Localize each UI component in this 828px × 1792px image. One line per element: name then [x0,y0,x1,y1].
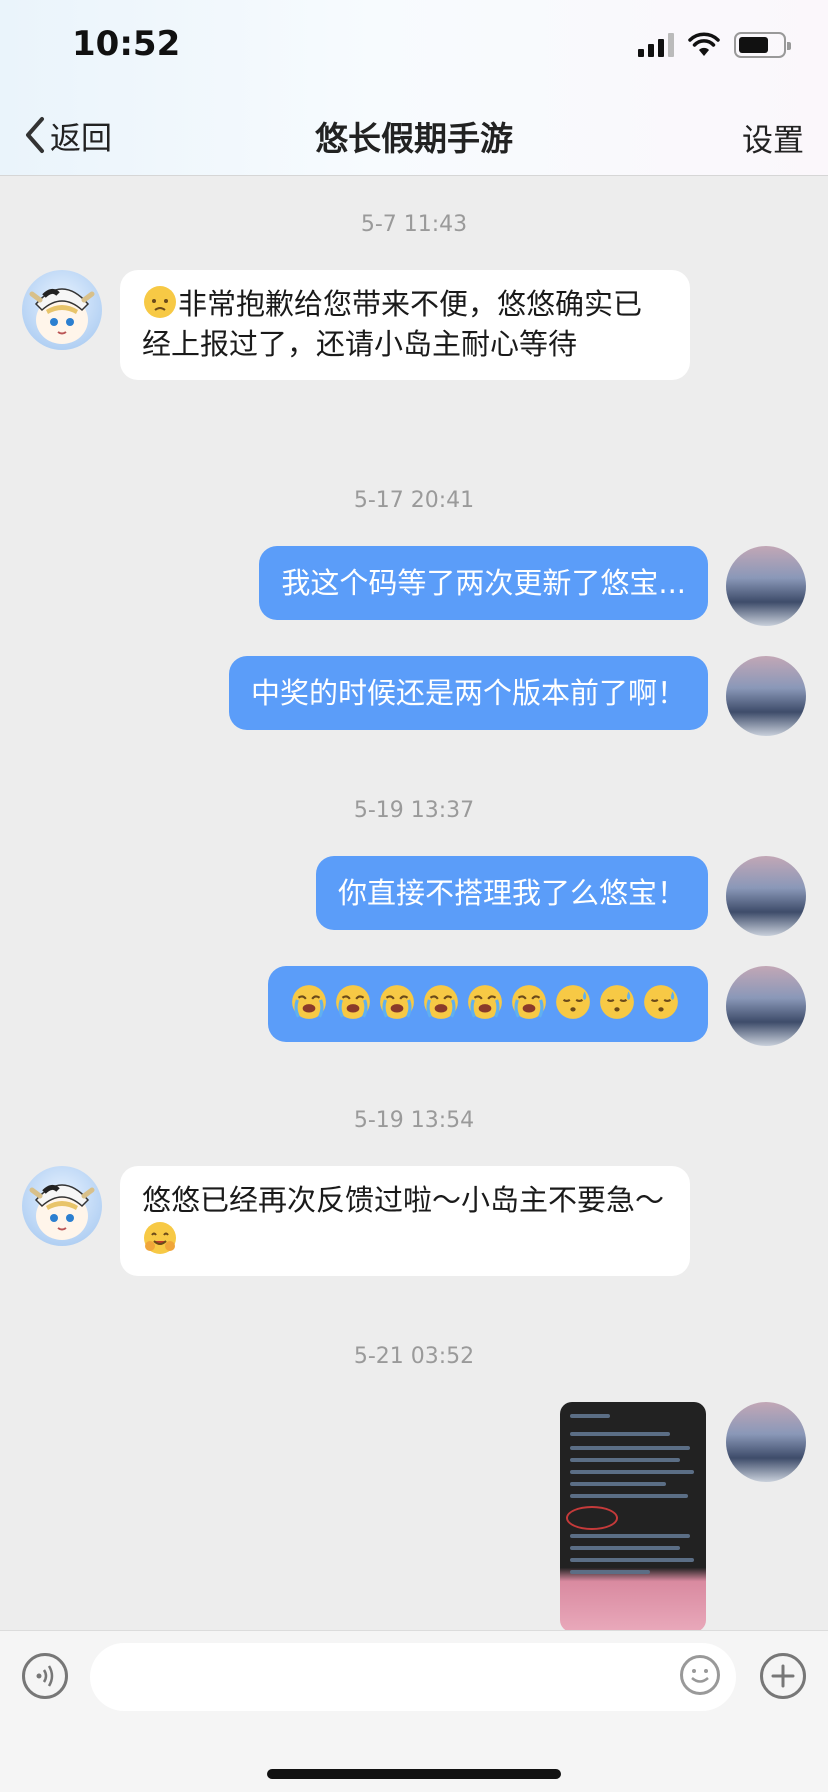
timestamp: 5-17 20:41 [353,488,475,513]
status-icons [638,30,791,60]
outgoing-message-bubble[interactable]: 我这个码等了两次更新了悠宝... [259,546,708,620]
hugging-face-icon [144,1222,176,1254]
message-text: 我这个码等了两次更新了悠宝... [281,566,686,600]
bot-avatar[interactable] [22,1166,102,1246]
message-text: 中奖的时候还是两个版本前了啊！ [250,676,686,710]
voice-input-button[interactable] [22,1653,68,1699]
downcast-sweat-face-icon [644,985,678,1019]
message-text: 非常抱歉给您带来不便，悠悠确实已经上报过了，还请小岛主耐心等待 [142,287,643,361]
incoming-message-bubble[interactable]: 悠悠已经再次反馈过啦～小岛主不要急～ [120,1166,690,1276]
sad-face-icon [144,286,176,318]
user-avatar[interactable] [726,656,806,736]
incoming-message-bubble[interactable]: 非常抱歉给您带来不便，悠悠确实已经上报过了，还请小岛主耐心等待 [120,270,690,380]
outgoing-emoji-bubble[interactable] [268,966,708,1042]
outgoing-message-bubble[interactable]: 你直接不搭理我了么悠宝！ [315,856,708,930]
emoji-button[interactable] [680,1655,720,1695]
loudly-crying-face-icon [468,985,502,1019]
settings-button[interactable]: 设置 [742,115,804,160]
cow-mascot-icon [29,288,95,344]
emoji-row [290,985,686,1022]
timestamp: 5-19 13:54 [353,1108,475,1133]
user-avatar[interactable] [726,966,806,1046]
downcast-sweat-face-icon [556,985,590,1019]
timestamp: 5-19 13:37 [353,798,475,823]
user-avatar[interactable] [726,546,806,626]
battery-icon [734,32,791,58]
smiley-icon [691,1669,709,1683]
downcast-sweat-face-icon [600,985,634,1019]
user-avatar[interactable] [726,856,806,936]
top-bar: 10:52 返回 悠长假期手游 设置 [0,0,828,176]
loudly-crying-face-icon [380,985,414,1019]
plus-button[interactable] [760,1653,806,1699]
user-avatar[interactable] [726,1402,806,1482]
outgoing-message-bubble[interactable]: 中奖的时候还是两个版本前了啊！ [228,656,708,730]
input-bar [0,1630,828,1792]
loudly-crying-face-icon [292,985,326,1019]
voice-icon [36,1665,54,1687]
chat-title: 悠长假期手游 [315,119,513,158]
message-input[interactable] [90,1643,736,1711]
back-label: 返回 [50,120,112,157]
message-text: 悠悠已经再次反馈过啦～小岛主不要急～ [142,1183,665,1217]
timestamp: 5-7 11:43 [360,212,468,237]
wifi-icon [688,32,720,56]
message-text: 你直接不搭理我了么悠宝！ [337,876,686,910]
loudly-crying-face-icon [424,985,458,1019]
image-attachment[interactable] [560,1402,706,1632]
bot-avatar[interactable] [22,270,102,350]
loudly-crying-face-icon [512,985,546,1019]
chevron-left-icon [26,117,44,153]
home-indicator [267,1769,561,1779]
status-time: 10:52 [72,24,181,64]
cow-mascot-icon [29,1184,95,1240]
back-button[interactable]: 返回 [22,112,112,158]
timestamp: 5-21 03:52 [353,1344,475,1369]
loudly-crying-face-icon [336,985,370,1019]
cellular-signal-icon [638,33,674,57]
plus-icon [771,1664,795,1688]
